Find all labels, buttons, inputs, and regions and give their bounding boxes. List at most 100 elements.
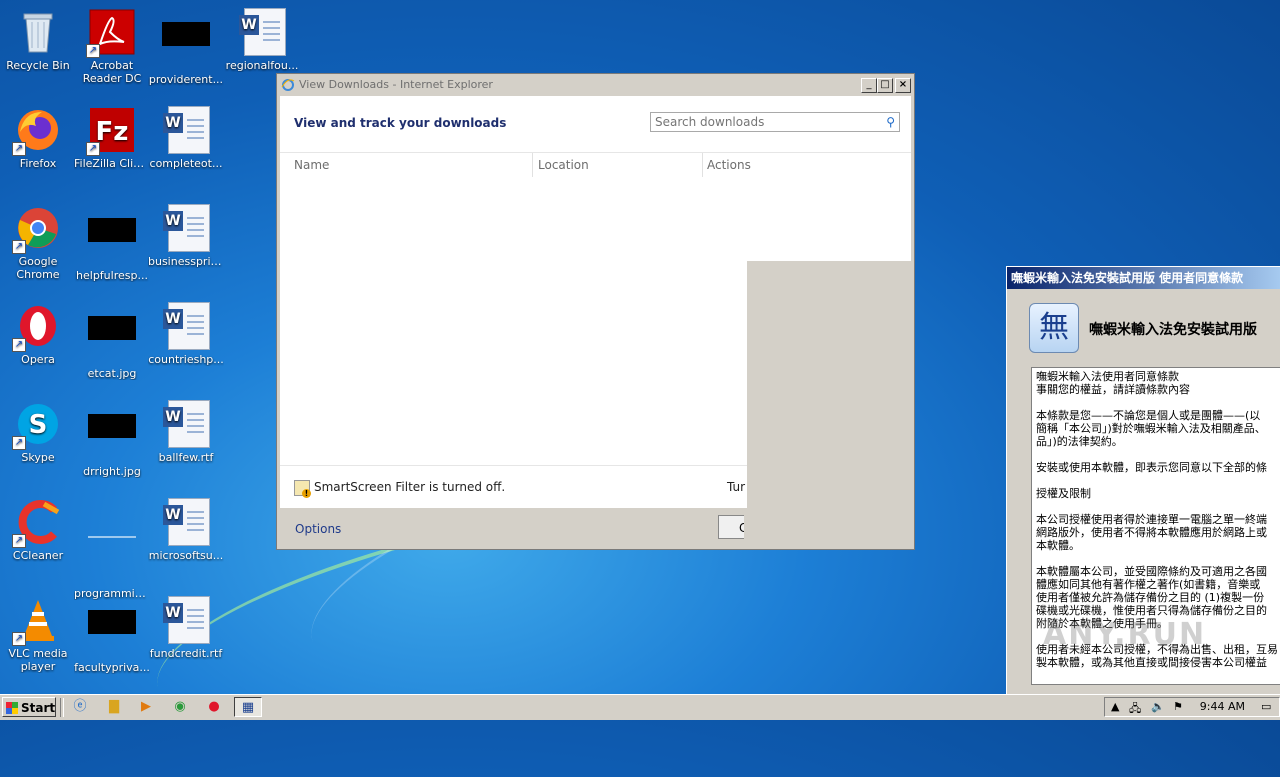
window-titlebar[interactable]: View Downloads - Internet Explorer _ □ ×: [277, 74, 914, 96]
close-dialog-button[interactable]: C: [718, 515, 744, 539]
license-paragraph: 本公司授權使用者得於連接單一電腦之單一終端 網路版外，使用者不得將本軟體應用於網…: [1036, 513, 1267, 552]
smartscreen-status: SmartScreen Filter is turned off.: [314, 480, 506, 494]
volume-icon[interactable]: 🔈: [1151, 700, 1165, 713]
word-document-icon: [162, 596, 210, 644]
search-input[interactable]: [651, 113, 879, 131]
search-icon[interactable]: ⚲: [886, 115, 895, 129]
image-file-thumbnail-icon: [88, 316, 136, 364]
desktop-icon-completeot[interactable]: completeot...: [148, 106, 224, 170]
installer-taskbar-button[interactable]: ▦: [234, 697, 262, 717]
column-location[interactable]: Location: [538, 158, 589, 172]
svg-text:Fz: Fz: [96, 117, 129, 147]
installer-window: 嘸蝦米輸入法免安裝試用版 使用者同意條款 無 嘸蝦米輸入法免安裝試用版 嘸蝦米輸…: [1006, 266, 1280, 696]
desktop-icon-ccleaner[interactable]: ↗ CCleaner: [0, 498, 76, 562]
ie-quicklaunch-icon[interactable]: ⓔ: [66, 697, 94, 717]
firefox-icon: ↗: [12, 106, 62, 156]
maximize-button[interactable]: □: [877, 78, 893, 93]
boshiamy-logo-icon: 無: [1029, 303, 1079, 353]
installer-titlebar[interactable]: 嘸蝦米輸入法免安裝試用版 使用者同意條款: [1007, 267, 1280, 289]
shortcut-arrow-icon: ↗: [12, 534, 26, 548]
license-paragraph: 安裝或使用本軟體，即表示您同意以下全部的條: [1036, 461, 1267, 474]
unpainted-region: [747, 261, 911, 508]
column-actions[interactable]: Actions: [707, 158, 751, 172]
options-link[interactable]: Options: [295, 522, 341, 536]
downloads-panel: View and track your downloads ⚲ Name Loc…: [280, 96, 911, 508]
action-center-flag-icon[interactable]: ⚑: [1173, 700, 1183, 713]
shortcut-arrow-icon: ↗: [12, 338, 26, 352]
start-button[interactable]: Start: [2, 697, 56, 717]
start-label: Start: [21, 701, 56, 715]
show-desktop-icon[interactable]: ▭: [1261, 700, 1271, 713]
shortcut-arrow-icon: ↗: [12, 436, 26, 450]
downloads-header: View and track your downloads: [294, 116, 507, 130]
desktop-icon-etcat[interactable]: etcat.jpg: [74, 302, 150, 380]
desktop-icon-regionalfou[interactable]: regionalfou...: [224, 8, 300, 72]
desktop-icon-microsoftsu[interactable]: microsoftsu...: [148, 498, 224, 562]
view-downloads-window: View Downloads - Internet Explorer _ □ ×…: [276, 73, 915, 550]
taskbar-divider: [60, 698, 64, 717]
word-document-icon: [162, 302, 210, 350]
skype-icon: S ↗: [12, 400, 62, 450]
taskbar: Start ⓔ ▇ ▶ ◉ ● ▦ ▲ 🖧 🔈 ⚑ 9:44 AM ▭: [0, 694, 1280, 720]
search-box[interactable]: ⚲: [650, 112, 900, 132]
internet-explorer-icon: [281, 79, 295, 91]
chrome-quicklaunch-icon[interactable]: ◉: [166, 697, 194, 717]
shortcut-arrow-icon: ↗: [86, 142, 100, 156]
word-document-icon: [162, 204, 210, 252]
close-button[interactable]: ×: [895, 78, 911, 93]
windows-logo-icon: [6, 702, 18, 714]
desktop-icon-providerent[interactable]: providerent...: [148, 8, 224, 86]
network-icon[interactable]: 🖧: [1129, 700, 1141, 719]
clock[interactable]: 9:44 AM: [1200, 700, 1245, 713]
column-divider[interactable]: [532, 153, 533, 177]
word-document-icon: [162, 106, 210, 154]
license-paragraph: 嘸蝦米輸入法使用者同意條款 事關您的權益，請詳讀條款內容: [1036, 370, 1190, 396]
desktop-icon-fundcredit[interactable]: fundcredit.rtf: [148, 596, 224, 660]
column-name[interactable]: Name: [294, 158, 329, 172]
recycle-bin-icon: [14, 8, 62, 56]
turn-on-link[interactable]: Tur: [727, 480, 745, 494]
desktop-icon-filezilla[interactable]: Fz ↗ FileZilla Client: [74, 106, 150, 170]
column-divider[interactable]: [702, 153, 703, 177]
desktop-icon-firefox[interactable]: ↗ Firefox: [0, 106, 76, 170]
desktop-icon-google-chrome[interactable]: ↗ Google Chrome: [0, 204, 76, 281]
acrobat-reader-icon: ↗: [86, 8, 136, 58]
desktop-icon-opera[interactable]: ↗ Opera: [0, 302, 76, 366]
media-player-quicklaunch-icon[interactable]: ▶: [132, 697, 160, 717]
explorer-quicklaunch-icon[interactable]: ▇: [100, 697, 128, 717]
desktop-icon-businessprin[interactable]: businessprin...: [148, 204, 224, 268]
desktop-icon-helpfulresp[interactable]: helpfulresp...: [74, 204, 150, 282]
word-document-icon: [238, 8, 286, 56]
minimize-button[interactable]: _: [861, 78, 877, 93]
desktop-icon-programmin[interactable]: programmin...: [74, 498, 150, 600]
image-file-thumbnail-icon: [162, 22, 210, 70]
opera-icon: ↗: [12, 302, 62, 352]
shortcut-arrow-icon: ↗: [12, 632, 26, 646]
desktop-icon-drright[interactable]: drright.jpg: [74, 400, 150, 478]
anyrun-watermark: ANY.RUN: [1043, 617, 1207, 652]
desktop-icon-skype[interactable]: S ↗ Skype: [0, 400, 76, 464]
opera-quicklaunch-icon[interactable]: ●: [200, 697, 228, 717]
word-document-icon: [162, 400, 210, 448]
window-title: View Downloads - Internet Explorer: [299, 78, 493, 91]
license-paragraph: 授權及限制: [1036, 487, 1091, 500]
image-file-thumbnail-icon: [88, 536, 136, 584]
desktop-icon-recycle-bin[interactable]: Recycle Bin: [0, 8, 76, 72]
shortcut-arrow-icon: ↗: [12, 240, 26, 254]
image-file-thumbnail-icon: [88, 610, 136, 658]
svg-text:S: S: [29, 410, 48, 440]
desktop-icon-ballfew[interactable]: ballfew.rtf: [148, 400, 224, 464]
license-paragraph: 本條款是您——不論您是個人或是團體——(以 簡稱「本公司」)對於嘸蝦米輸入法及相…: [1036, 409, 1266, 448]
desktop-icon-acrobat[interactable]: ↗ Acrobat Reader DC: [74, 8, 150, 85]
smartscreen-bar: SmartScreen Filter is turned off. Tur: [280, 465, 747, 509]
desktop-icon-vlc[interactable]: ↗ VLC media player: [0, 596, 76, 673]
tray-expand-icon[interactable]: ▲: [1111, 700, 1119, 713]
chrome-icon: ↗: [12, 204, 62, 254]
shortcut-arrow-icon: ↗: [12, 142, 26, 156]
system-tray: ▲ 🖧 🔈 ⚑ 9:44 AM ▭: [1104, 697, 1280, 717]
filezilla-icon: Fz ↗: [86, 106, 136, 156]
desktop-icon-facultypriva[interactable]: facultypriva...: [74, 596, 150, 674]
ccleaner-icon: ↗: [12, 498, 62, 548]
image-file-thumbnail-icon: [88, 414, 136, 462]
desktop-icon-countrieshp[interactable]: countrieshp...: [148, 302, 224, 366]
